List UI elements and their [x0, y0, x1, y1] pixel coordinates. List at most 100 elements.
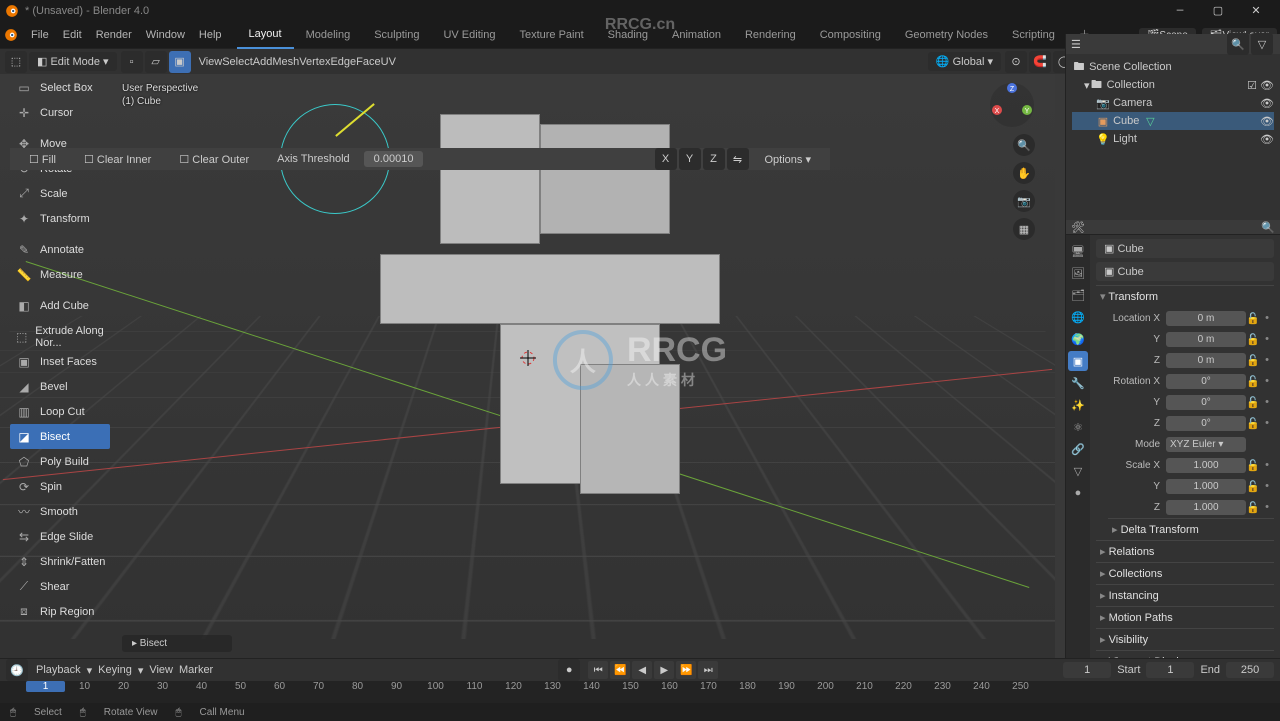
- playback-menu[interactable]: Playback: [36, 664, 81, 676]
- minimize-button[interactable]: —: [1161, 0, 1199, 22]
- tool-smooth[interactable]: 〰Smooth: [10, 499, 110, 524]
- prop-search-icon[interactable]: 🔍: [1261, 221, 1275, 234]
- start-frame-input[interactable]: 1: [1146, 662, 1194, 678]
- lock-icon[interactable]: 🔓: [1246, 354, 1260, 367]
- mirror-icon[interactable]: ⇋: [727, 148, 749, 170]
- tool-select-box[interactable]: ▭Select Box: [10, 75, 110, 100]
- tab-geonodes[interactable]: Geometry Nodes: [893, 22, 1000, 48]
- option-clear-inner[interactable]: ☐ Clear Inner: [70, 153, 165, 166]
- tool-cursor[interactable]: ✛Cursor: [10, 100, 110, 125]
- scale-y-input[interactable]: 1.000: [1166, 479, 1246, 494]
- restrict-visibility-icon[interactable]: 👁: [1260, 115, 1274, 128]
- outliner-item-camera[interactable]: 📷 Camera👁: [1072, 94, 1274, 112]
- view-menu-timeline[interactable]: View: [149, 664, 173, 676]
- tab-sculpting[interactable]: Sculpting: [362, 22, 431, 48]
- current-frame-input[interactable]: 1: [1063, 662, 1111, 678]
- location-x-input[interactable]: 0 m: [1166, 311, 1246, 326]
- prop-tab-scene-icon[interactable]: 🌐: [1068, 307, 1088, 327]
- prop-tab-output-icon[interactable]: 🖼: [1068, 263, 1088, 283]
- navigation-gizmo[interactable]: Z X Y: [989, 82, 1035, 128]
- prop-breadcrumb-object[interactable]: ▣ Cube: [1096, 239, 1274, 258]
- pan-icon[interactable]: ✋: [1013, 162, 1035, 184]
- panel-motionpaths[interactable]: Motion Paths: [1096, 606, 1274, 628]
- axis-z-toggle[interactable]: Z: [703, 148, 725, 170]
- orientation-dropdown[interactable]: 🌐 Global ▾: [928, 52, 1001, 71]
- options-dropdown[interactable]: Options ▾: [751, 153, 826, 166]
- restrict-visibility-icon[interactable]: 👁: [1260, 79, 1274, 92]
- lock-icon[interactable]: 🔓: [1246, 501, 1260, 514]
- end-frame-input[interactable]: 250: [1226, 662, 1274, 678]
- tool-spin[interactable]: ⟳Spin: [10, 474, 110, 499]
- timeline-ruler[interactable]: 1 10 20 30 40 50 60 70 80 90 100 110 120…: [0, 681, 1280, 703]
- timeline-editor-icon[interactable]: 🕘: [6, 659, 28, 681]
- mode-dropdown[interactable]: ◧ Edit Mode ▾: [29, 52, 117, 71]
- lock-icon[interactable]: 🔓: [1246, 333, 1260, 346]
- prop-tab-constraint-icon[interactable]: 🔗: [1068, 439, 1088, 459]
- tool-bevel[interactable]: ◢Bevel: [10, 374, 110, 399]
- tab-uvediting[interactable]: UV Editing: [431, 22, 507, 48]
- rotation-y-input[interactable]: 0°: [1166, 395, 1246, 410]
- marker-menu[interactable]: Marker: [179, 664, 213, 676]
- menu-render[interactable]: Render: [89, 22, 139, 48]
- axis-threshold-input[interactable]: 0.00010: [364, 151, 424, 167]
- tab-layout[interactable]: Layout: [237, 21, 294, 49]
- prop-tab-viewlayer-icon[interactable]: 🗂: [1068, 285, 1088, 305]
- restrict-select-icon[interactable]: ☑: [1247, 79, 1257, 92]
- tab-rendering[interactable]: Rendering: [733, 22, 808, 48]
- tool-measure[interactable]: 📏Measure: [10, 262, 110, 287]
- tool-loopcut[interactable]: ▥Loop Cut: [10, 399, 110, 424]
- axis-y-toggle[interactable]: Y: [679, 148, 701, 170]
- keyframe-next-icon[interactable]: ⏩: [676, 661, 696, 679]
- prop-breadcrumb-data[interactable]: ▣ Cube: [1096, 262, 1274, 281]
- rotation-z-input[interactable]: 0°: [1166, 416, 1246, 431]
- play-icon[interactable]: ▶: [654, 661, 674, 679]
- location-y-input[interactable]: 0 m: [1166, 332, 1246, 347]
- restrict-visibility-icon[interactable]: 👁: [1260, 133, 1274, 146]
- menu-window[interactable]: Window: [139, 22, 192, 48]
- tool-scale[interactable]: ⤢Scale: [10, 181, 110, 206]
- tool-bisect[interactable]: ◪Bisect: [10, 424, 110, 449]
- tab-shading[interactable]: Shading: [596, 22, 660, 48]
- rotation-mode-dropdown[interactable]: XYZ Euler ▾: [1166, 437, 1246, 452]
- lock-icon[interactable]: 🔓: [1246, 459, 1260, 472]
- edge-select-icon[interactable]: ▱: [145, 51, 167, 73]
- autokey-icon[interactable]: ●: [558, 659, 580, 681]
- menu-help[interactable]: Help: [192, 22, 229, 48]
- outliner-search-icon[interactable]: 🔍: [1227, 33, 1249, 55]
- tool-annotate[interactable]: ✎Annotate: [10, 237, 110, 262]
- menu-file[interactable]: File: [24, 22, 56, 48]
- option-clear-outer[interactable]: ☐ Clear Outer: [165, 153, 263, 166]
- prop-tab-object-icon[interactable]: ▣: [1068, 351, 1088, 371]
- app-icon[interactable]: [4, 28, 18, 42]
- panel-relations[interactable]: Relations: [1096, 540, 1274, 562]
- maximize-button[interactable]: ▢: [1199, 0, 1237, 22]
- lock-icon[interactable]: 🔓: [1246, 375, 1260, 388]
- panel-collections[interactable]: Collections: [1096, 562, 1274, 584]
- prop-tab-modifier-icon[interactable]: 🔧: [1068, 373, 1088, 393]
- prop-tab-render-icon[interactable]: 🖥: [1068, 241, 1088, 261]
- jump-end-icon[interactable]: ⏭: [698, 661, 718, 679]
- prop-tab-physics-icon[interactable]: ⚛: [1068, 417, 1088, 437]
- outliner-collection[interactable]: ▾ 🖿 Collection☑ 👁: [1072, 76, 1274, 94]
- prop-tab-world-icon[interactable]: 🌍: [1068, 329, 1088, 349]
- tool-ripregion[interactable]: ⧈Rip Region: [10, 599, 110, 624]
- editor-type-icon[interactable]: ⬚: [5, 51, 27, 73]
- edge-menu[interactable]: Edge: [330, 56, 356, 68]
- mesh-menu[interactable]: Mesh: [272, 56, 299, 68]
- tool-edgeslide[interactable]: ⇆Edge Slide: [10, 524, 110, 549]
- uv-menu[interactable]: UV: [381, 56, 396, 68]
- tool-shear[interactable]: ⟋Shear: [10, 574, 110, 599]
- axis-x-toggle[interactable]: X: [655, 148, 677, 170]
- outliner-item-light[interactable]: 💡 Light👁: [1072, 130, 1274, 148]
- camera-view-icon[interactable]: 📷: [1013, 190, 1035, 212]
- outliner-scene-collection[interactable]: 🖿 Scene Collection: [1072, 58, 1274, 76]
- properties-editor-icon[interactable]: 🛠: [1071, 221, 1085, 234]
- tab-scripting[interactable]: Scripting: [1000, 22, 1067, 48]
- tool-polybuild[interactable]: ⬠Poly Build: [10, 449, 110, 474]
- view-menu[interactable]: View: [199, 56, 223, 68]
- select-menu[interactable]: Select: [222, 56, 253, 68]
- tool-inset[interactable]: ▣Inset Faces: [10, 349, 110, 374]
- tab-compositing[interactable]: Compositing: [808, 22, 893, 48]
- panel-delta-transform[interactable]: Delta Transform: [1108, 518, 1274, 540]
- rotation-x-input[interactable]: 0°: [1166, 374, 1246, 389]
